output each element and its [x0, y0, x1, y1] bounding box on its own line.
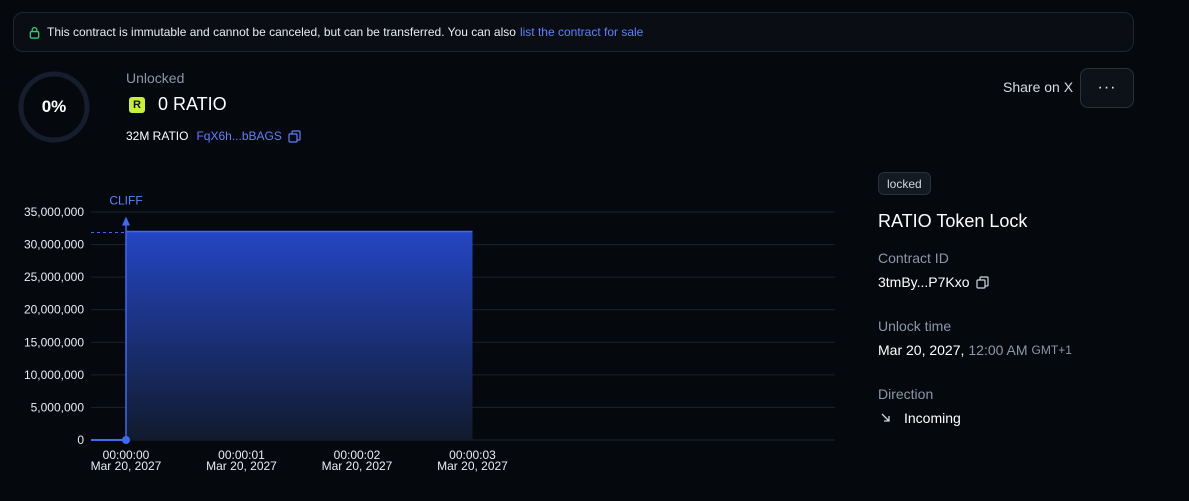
unlocked-amount-row: R 0 RATIO — [129, 94, 227, 115]
mint-address-link[interactable]: FqX6h...bBAGS — [196, 129, 281, 143]
status-badge: locked — [878, 172, 931, 195]
y-tick-label: 15,000,000 — [24, 335, 84, 349]
direction-row: Incoming — [878, 410, 961, 426]
locked-area — [126, 231, 473, 440]
x-tick-date: Mar 20, 2027 — [91, 459, 162, 473]
cliff-point — [122, 436, 130, 444]
y-tick-label: 30,000,000 — [24, 238, 84, 252]
list-for-sale-link[interactable]: list the contract for sale — [520, 25, 643, 39]
unlock-time-label: Unlock time — [878, 318, 952, 334]
copy-icon[interactable] — [288, 129, 301, 143]
copy-icon[interactable] — [975, 275, 989, 289]
unlock-timezone: GMT+1 — [1031, 343, 1072, 357]
contract-id-row: 3tmBy...P7Kxo — [878, 274, 989, 290]
y-tick-label: 25,000,000 — [24, 270, 84, 284]
more-options-button[interactable]: ··· — [1080, 68, 1134, 108]
unlock-clock: 12:00 AM — [968, 342, 1028, 358]
cliff-label: CLIFF — [109, 194, 142, 208]
contract-id-value: 3tmBy...P7Kxo — [878, 274, 970, 290]
x-tick-date: Mar 20, 2027 — [322, 459, 393, 473]
unlock-time-row: Mar 20, 2027, 12:00 AM GMT+1 — [878, 342, 1072, 358]
arrow-down-right-icon — [881, 413, 890, 422]
token-info-row: 32M RATIO FqX6h...bBAGS — [126, 129, 301, 143]
y-tick-label: 10,000,000 — [24, 368, 84, 382]
y-tick-label: 0 — [77, 433, 84, 447]
unlocked-label: Unlocked — [126, 70, 185, 86]
unlock-percent: 0% — [41, 97, 67, 116]
cliff-arrow — [122, 216, 130, 226]
ratio-token-icon: R — [129, 96, 145, 113]
unlocked-amount: 0 RATIO — [158, 94, 227, 114]
x-tick-date: Mar 20, 2027 — [437, 459, 508, 473]
contract-title: RATIO Token Lock — [878, 211, 1028, 231]
y-tick-label: 20,000,000 — [24, 303, 84, 317]
contract-id-label: Contract ID — [878, 250, 949, 266]
x-tick-date: Mar 20, 2027 — [206, 459, 277, 473]
lock-icon — [29, 26, 40, 39]
direction-value: Incoming — [904, 410, 961, 426]
vesting-chart: 35,000,000 30,000,000 25,000,000 20,000,000… — [24, 194, 835, 473]
share-on-x-button[interactable]: Share on X — [1003, 79, 1073, 95]
immutable-contract-banner: This contract is immutable and cannot be… — [13, 12, 1134, 52]
total-amount: 32M RATIO — [126, 129, 189, 143]
y-tick-label: 35,000,000 — [24, 205, 84, 219]
y-tick-label: 5,000,000 — [31, 400, 85, 414]
unlock-date: Mar 20, 2027, — [878, 342, 965, 358]
banner-text: This contract is immutable and cannot be… — [47, 25, 516, 39]
direction-label: Direction — [878, 386, 934, 402]
